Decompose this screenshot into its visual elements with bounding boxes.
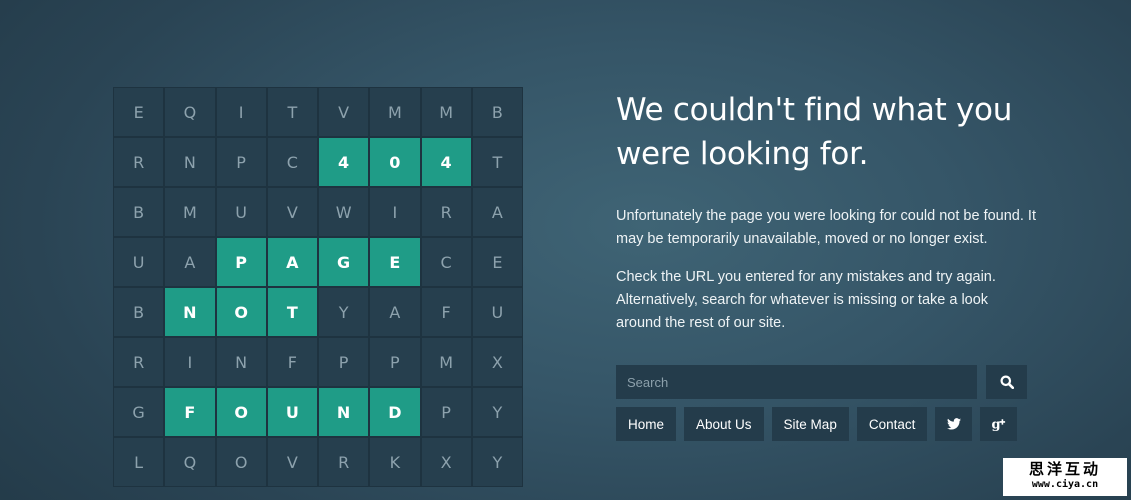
grid-cell: Y [319, 288, 369, 336]
grid-cell: A [370, 288, 420, 336]
grid-cell-highlighted: N [319, 388, 369, 436]
grid-cell: I [216, 88, 266, 136]
grid-cell: K [370, 438, 420, 486]
grid-cell-highlighted: E [370, 238, 420, 286]
grid-cell-highlighted: 4 [421, 138, 471, 186]
grid-cell: O [216, 438, 266, 486]
letter-grid: EQITVMMBRNPC404TBMUVWIRAUAPAGECEBNOTYAFU… [113, 87, 523, 487]
grid-cell: X [421, 438, 471, 486]
grid-cell: R [319, 438, 369, 486]
grid-cell: R [114, 138, 164, 186]
about-us-link[interactable]: About Us [684, 407, 764, 441]
google-plus-button[interactable]: g [980, 407, 1018, 441]
grid-cell: C [267, 138, 317, 186]
twitter-icon [946, 418, 961, 430]
grid-cell: N [165, 138, 215, 186]
grid-cell: T [267, 88, 317, 136]
grid-cell-highlighted: P [216, 238, 266, 286]
home-link[interactable]: Home [616, 407, 677, 441]
grid-cell: G [114, 388, 164, 436]
twitter-button[interactable] [935, 407, 973, 441]
search-icon [1000, 375, 1014, 389]
watermark-brand: 思洋互动 [1028, 460, 1101, 478]
grid-cell: N [216, 338, 266, 386]
page-title: We couldn't find what you were looking f… [616, 92, 1013, 172]
grid-cell: P [216, 138, 266, 186]
grid-cell-highlighted: A [267, 238, 317, 286]
error-help-text: Check the URL you entered for any mistak… [616, 269, 996, 331]
grid-cell: M [370, 88, 420, 136]
grid-cell: T [472, 138, 522, 186]
grid-cell: C [421, 238, 471, 286]
grid-cell: Y [472, 388, 522, 436]
grid-cell: B [114, 188, 164, 236]
grid-cell: I [370, 188, 420, 236]
grid-cell: W [319, 188, 369, 236]
search-bar [616, 365, 1027, 399]
site-map-link[interactable]: Site Map [771, 407, 849, 441]
grid-cell-highlighted: F [165, 388, 215, 436]
error-description: Unfortunately the page you were looking … [616, 208, 1036, 247]
grid-cell: R [114, 338, 164, 386]
grid-cell: U [472, 288, 522, 336]
grid-cell: V [319, 88, 369, 136]
grid-cell: R [421, 188, 471, 236]
grid-cell: F [421, 288, 471, 336]
grid-cell: P [319, 338, 369, 386]
grid-cell: E [472, 238, 522, 286]
grid-cell: V [267, 188, 317, 236]
grid-cell: B [114, 288, 164, 336]
grid-cell: I [165, 338, 215, 386]
grid-cell: L [114, 438, 164, 486]
site-nav: Home About Us Site Map Contact g [616, 407, 1018, 441]
grid-cell-highlighted: T [267, 288, 317, 336]
grid-cell: V [267, 438, 317, 486]
grid-cell: P [421, 388, 471, 436]
grid-cell: Y [472, 438, 522, 486]
grid-cell-highlighted: O [216, 288, 266, 336]
grid-cell-highlighted: 4 [319, 138, 369, 186]
grid-cell-highlighted: N [165, 288, 215, 336]
grid-cell-highlighted: 0 [370, 138, 420, 186]
grid-cell-highlighted: O [216, 388, 266, 436]
grid-cell: F [267, 338, 317, 386]
grid-cell: A [165, 238, 215, 286]
grid-cell: M [421, 338, 471, 386]
grid-cell: U [216, 188, 266, 236]
grid-cell-highlighted: U [267, 388, 317, 436]
grid-cell: Q [165, 88, 215, 136]
watermark-url: www.ciya.cn [1031, 479, 1099, 490]
grid-cell: A [472, 188, 522, 236]
grid-cell: M [421, 88, 471, 136]
site-watermark: 思洋互动 www.ciya.cn [1003, 458, 1127, 496]
google-plus-icon: g [991, 418, 1005, 433]
search-input[interactable] [616, 365, 977, 399]
error-content: We couldn't find what you were looking f… [616, 88, 1036, 335]
contact-link[interactable]: Contact [856, 407, 928, 441]
grid-cell: X [472, 338, 522, 386]
grid-cell: Q [165, 438, 215, 486]
grid-cell-highlighted: D [370, 388, 420, 436]
search-button[interactable] [986, 365, 1027, 399]
grid-cell-highlighted: G [319, 238, 369, 286]
grid-cell: M [165, 188, 215, 236]
svg-text:g: g [991, 418, 1000, 433]
grid-cell: E [114, 88, 164, 136]
grid-cell: U [114, 238, 164, 286]
grid-cell: P [370, 338, 420, 386]
grid-cell: B [472, 88, 522, 136]
